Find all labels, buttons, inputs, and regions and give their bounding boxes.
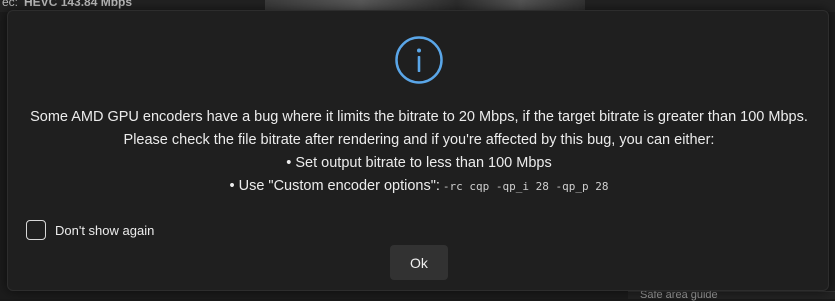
- message-line-bug: Some AMD GPU encoders have a bug where i…: [8, 106, 830, 129]
- message-line-check: Please check the file bitrate after rend…: [8, 129, 830, 152]
- dont-show-again-toggle[interactable]: Don't show again: [26, 220, 154, 240]
- ok-button[interactable]: Ok: [390, 245, 448, 280]
- message-line-option-encoder: • Use "Custom encoder options":-rc cqp -…: [8, 175, 830, 198]
- encoder-options-code: -rc cqp -qp_i 28 -qp_p 28: [443, 180, 609, 193]
- background-codec-label: ec:: [2, 0, 18, 9]
- dialog-message: Some AMD GPU encoders have a bug where i…: [8, 106, 830, 198]
- amd-bitrate-warning-dialog: Some AMD GPU encoders have a bug where i…: [7, 10, 829, 291]
- message-line-option-encoder-text: • Use "Custom encoder options":: [230, 178, 440, 194]
- dont-show-again-label[interactable]: Don't show again: [55, 223, 154, 238]
- background-codec-value: HEVC 143.84 Mbps: [24, 0, 132, 9]
- info-icon: [394, 35, 444, 85]
- message-line-option-bitrate: • Set output bitrate to less than 100 Mb…: [8, 152, 830, 175]
- background-codec-info: ec: HEVC 143.84 Mbps: [2, 0, 132, 9]
- dont-show-again-checkbox[interactable]: [26, 220, 46, 240]
